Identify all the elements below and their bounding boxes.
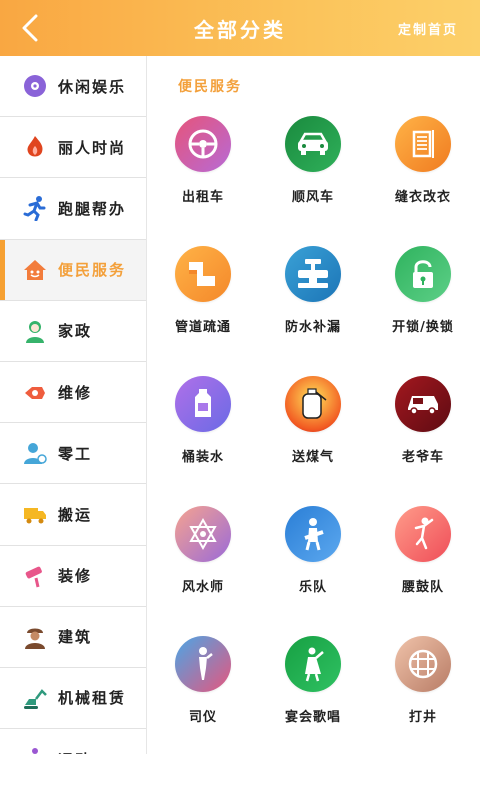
service-carpool[interactable]: 顺风车 [258,116,368,246]
sidebar-item-label: 建筑 [58,628,93,647]
service-label: 打井 [408,710,437,725]
sidebar-item-label: 机械租赁 [58,689,127,708]
sidebar-item-label: 便民服务 [58,261,127,280]
paint-roller-icon [22,563,48,589]
service-label: 司仪 [188,710,217,725]
sidebar-item-repair[interactable]: 维修 [0,361,146,424]
service-well-drilling[interactable]: 打井 [368,636,478,766]
sidebar-item-leisure[interactable]: 休闲娱乐 [0,56,146,118]
sidebar-item-sports[interactable]: 运动 [0,729,146,754]
service-band[interactable]: 乐队 [258,506,368,636]
service-fengshui[interactable]: 风水师 [148,506,258,636]
back-button[interactable] [14,12,46,44]
vintage-car-icon [395,376,451,432]
service-vintage-car[interactable]: 老爷车 [368,376,478,506]
fengshui-icon [175,506,231,562]
repair-icon [22,379,48,405]
service-taxi[interactable]: 出租车 [148,116,258,246]
sidebar-item-label: 搬运 [58,505,93,524]
sewing-icon [395,116,451,172]
builder-icon [22,624,48,650]
service-label: 送煤气 [291,450,334,465]
well-icon [395,636,451,692]
sidebar-item-construction[interactable]: 建筑 [0,606,146,668]
band-icon [285,506,341,562]
truck-icon [22,501,48,527]
chevron-left-icon [22,14,38,42]
sidebar-item-odd-jobs[interactable]: 零工 [0,423,146,485]
category-content: 便民服务 出租车 顺风车 缝衣改衣 管道疏通 防水补漏 开锁/换锁 桶装水 送煤… [148,56,480,754]
singer-icon [285,636,341,692]
sidebar-item-label: 装修 [58,567,93,586]
service-label: 顺风车 [291,190,334,205]
housekeeper-icon [22,318,48,344]
service-label: 老爷车 [401,450,444,465]
gas-tank-icon [285,376,341,432]
lock-icon [395,246,451,302]
sidebar-item-convenience[interactable]: 便民服务 [0,239,146,301]
service-label: 管道疏通 [174,320,231,335]
service-bottled-water[interactable]: 桶装水 [148,376,258,506]
sidebar-item-label: 休闲娱乐 [58,77,127,96]
service-locksmith[interactable]: 开锁/换锁 [368,246,478,376]
water-bottle-icon [175,376,231,432]
sidebar-item-errands[interactable]: 跑腿帮办 [0,178,146,240]
music-disc-icon [22,73,48,99]
category-sidebar: 休闲娱乐 丽人时尚 跑腿帮办 便民服务 家政 维修 零工 搬运 装修 建筑 机械… [0,56,147,754]
drum-dancer-icon [395,506,451,562]
service-mc[interactable]: 司仪 [148,636,258,766]
service-drum-team[interactable]: 腰鼓队 [368,506,478,636]
service-label: 风水师 [181,580,224,595]
sidebar-item-machinery[interactable]: 机械租赁 [0,667,146,730]
sidebar-item-label: 家政 [58,322,93,341]
service-pipe-dredging[interactable]: 管道疏通 [148,246,258,376]
service-label: 开锁/换锁 [392,320,454,335]
sidebar-item-decoration[interactable]: 装修 [0,545,146,607]
mc-icon [175,636,231,692]
sidebar-item-beauty[interactable]: 丽人时尚 [0,117,146,179]
valve-icon [285,246,341,302]
car-icon [285,116,341,172]
runner-icon [22,195,48,222]
sidebar-item-housekeeping[interactable]: 家政 [0,300,146,362]
service-tailoring[interactable]: 缝衣改衣 [368,116,478,246]
steering-wheel-icon [175,116,231,172]
sidebar-item-label: 丽人时尚 [58,138,127,157]
service-label: 防水补漏 [284,320,341,335]
excavator-icon [22,685,48,711]
sidebar-item-label: 跑腿帮办 [58,199,127,218]
service-gas-delivery[interactable]: 送煤气 [258,376,368,506]
customize-home-link[interactable]: 定制首页 [398,19,458,38]
bottom-area [0,754,480,800]
worker-icon [22,440,48,466]
pipe-icon [175,246,231,302]
service-label: 乐队 [298,580,327,595]
sidebar-item-label: 零工 [58,444,93,463]
top-bar: 全部分类 定制首页 [0,0,480,56]
flame-icon [22,134,48,160]
service-label: 宴会歌唱 [284,710,341,725]
service-label: 腰鼓队 [401,580,444,595]
service-waterproofing[interactable]: 防水补漏 [258,246,368,376]
service-label: 桶装水 [181,450,224,465]
service-label: 出租车 [181,190,224,205]
service-banquet-singing[interactable]: 宴会歌唱 [258,636,368,766]
sidebar-item-moving[interactable]: 搬运 [0,484,146,546]
section-title: 便民服务 [178,79,242,95]
page-title: 全部分类 [194,17,286,42]
service-label: 缝衣改衣 [394,190,451,205]
sidebar-item-label: 维修 [58,383,93,402]
house-icon [22,257,48,283]
sport-icon [22,746,48,754]
